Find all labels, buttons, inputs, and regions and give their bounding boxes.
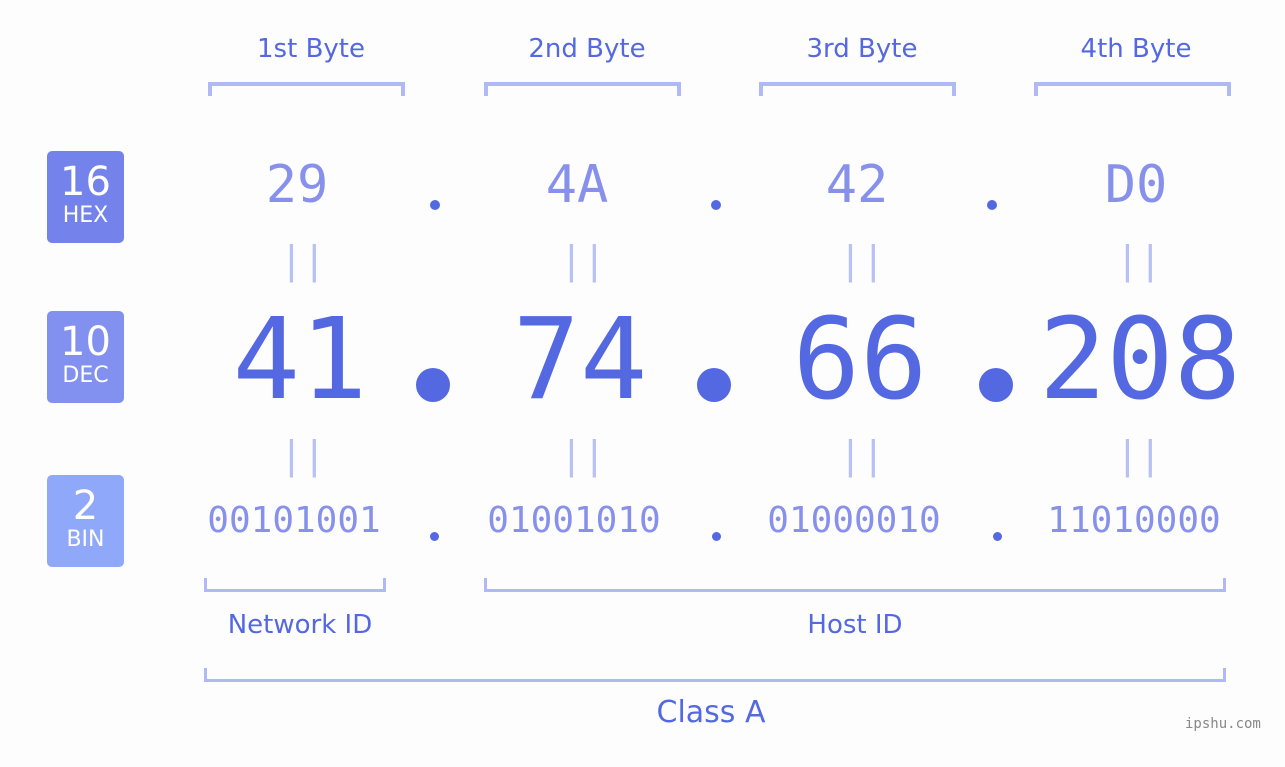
- bin-separator-dot: [993, 532, 1002, 541]
- hex-separator-dot: [430, 200, 440, 210]
- dec-base-label: DEC: [62, 363, 109, 388]
- dec-byte-3: 66: [792, 295, 928, 425]
- dec-base-number: 10: [60, 319, 111, 365]
- byte-header-3: 3rd Byte: [806, 34, 918, 64]
- hex-byte-4: D0: [1104, 155, 1168, 215]
- hex-base-number: 16: [60, 159, 111, 205]
- hex-separator-dot: [987, 200, 997, 210]
- equals-sign: ||: [280, 433, 326, 477]
- hex-badge: 16 HEX: [47, 151, 124, 243]
- network-id-bracket: [204, 578, 386, 592]
- byte-bracket-3: [759, 82, 956, 96]
- equals-sign: ||: [1116, 433, 1162, 477]
- byte-header-2: 2nd Byte: [528, 34, 646, 64]
- equals-sign: ||: [839, 238, 885, 282]
- network-id-label: Network ID: [227, 610, 373, 640]
- bin-byte-1: 00101001: [207, 500, 381, 541]
- byte-bracket-1: [208, 82, 405, 96]
- bin-base-number: 2: [72, 483, 99, 529]
- byte-header-1: 1st Byte: [257, 34, 365, 64]
- dec-separator-dot: [697, 368, 731, 402]
- watermark: ipshu.com: [1185, 716, 1261, 732]
- dec-separator-dot: [979, 368, 1013, 402]
- hex-byte-1: 29: [265, 155, 329, 215]
- bin-byte-4: 11010000: [1047, 500, 1221, 541]
- byte-bracket-2: [484, 82, 681, 96]
- class-bracket: [204, 668, 1226, 682]
- byte-header-4: 4th Byte: [1080, 34, 1192, 64]
- bin-badge: 2 BIN: [47, 475, 124, 567]
- dec-separator-dot: [416, 368, 450, 402]
- dec-byte-4: 208: [1038, 295, 1242, 425]
- bin-separator-dot: [430, 532, 439, 541]
- host-id-label: Host ID: [807, 610, 903, 640]
- hex-byte-3: 42: [825, 155, 889, 215]
- hex-separator-dot: [711, 200, 721, 210]
- equals-sign: ||: [560, 238, 606, 282]
- host-id-bracket: [484, 578, 1226, 592]
- class-label: Class A: [656, 695, 766, 730]
- equals-sign: ||: [560, 433, 606, 477]
- dec-byte-1: 41: [232, 295, 368, 425]
- hex-base-label: HEX: [62, 203, 109, 228]
- dec-byte-2: 74: [512, 295, 648, 425]
- bin-byte-2: 01001010: [487, 500, 661, 541]
- hex-byte-2: 4A: [545, 155, 609, 215]
- equals-sign: ||: [1116, 238, 1162, 282]
- dec-badge: 10 DEC: [47, 311, 124, 403]
- equals-sign: ||: [280, 238, 326, 282]
- byte-bracket-4: [1034, 82, 1231, 96]
- bin-base-label: BIN: [66, 527, 105, 552]
- bin-separator-dot: [712, 532, 721, 541]
- equals-sign: ||: [839, 433, 885, 477]
- bin-byte-3: 01000010: [767, 500, 941, 541]
